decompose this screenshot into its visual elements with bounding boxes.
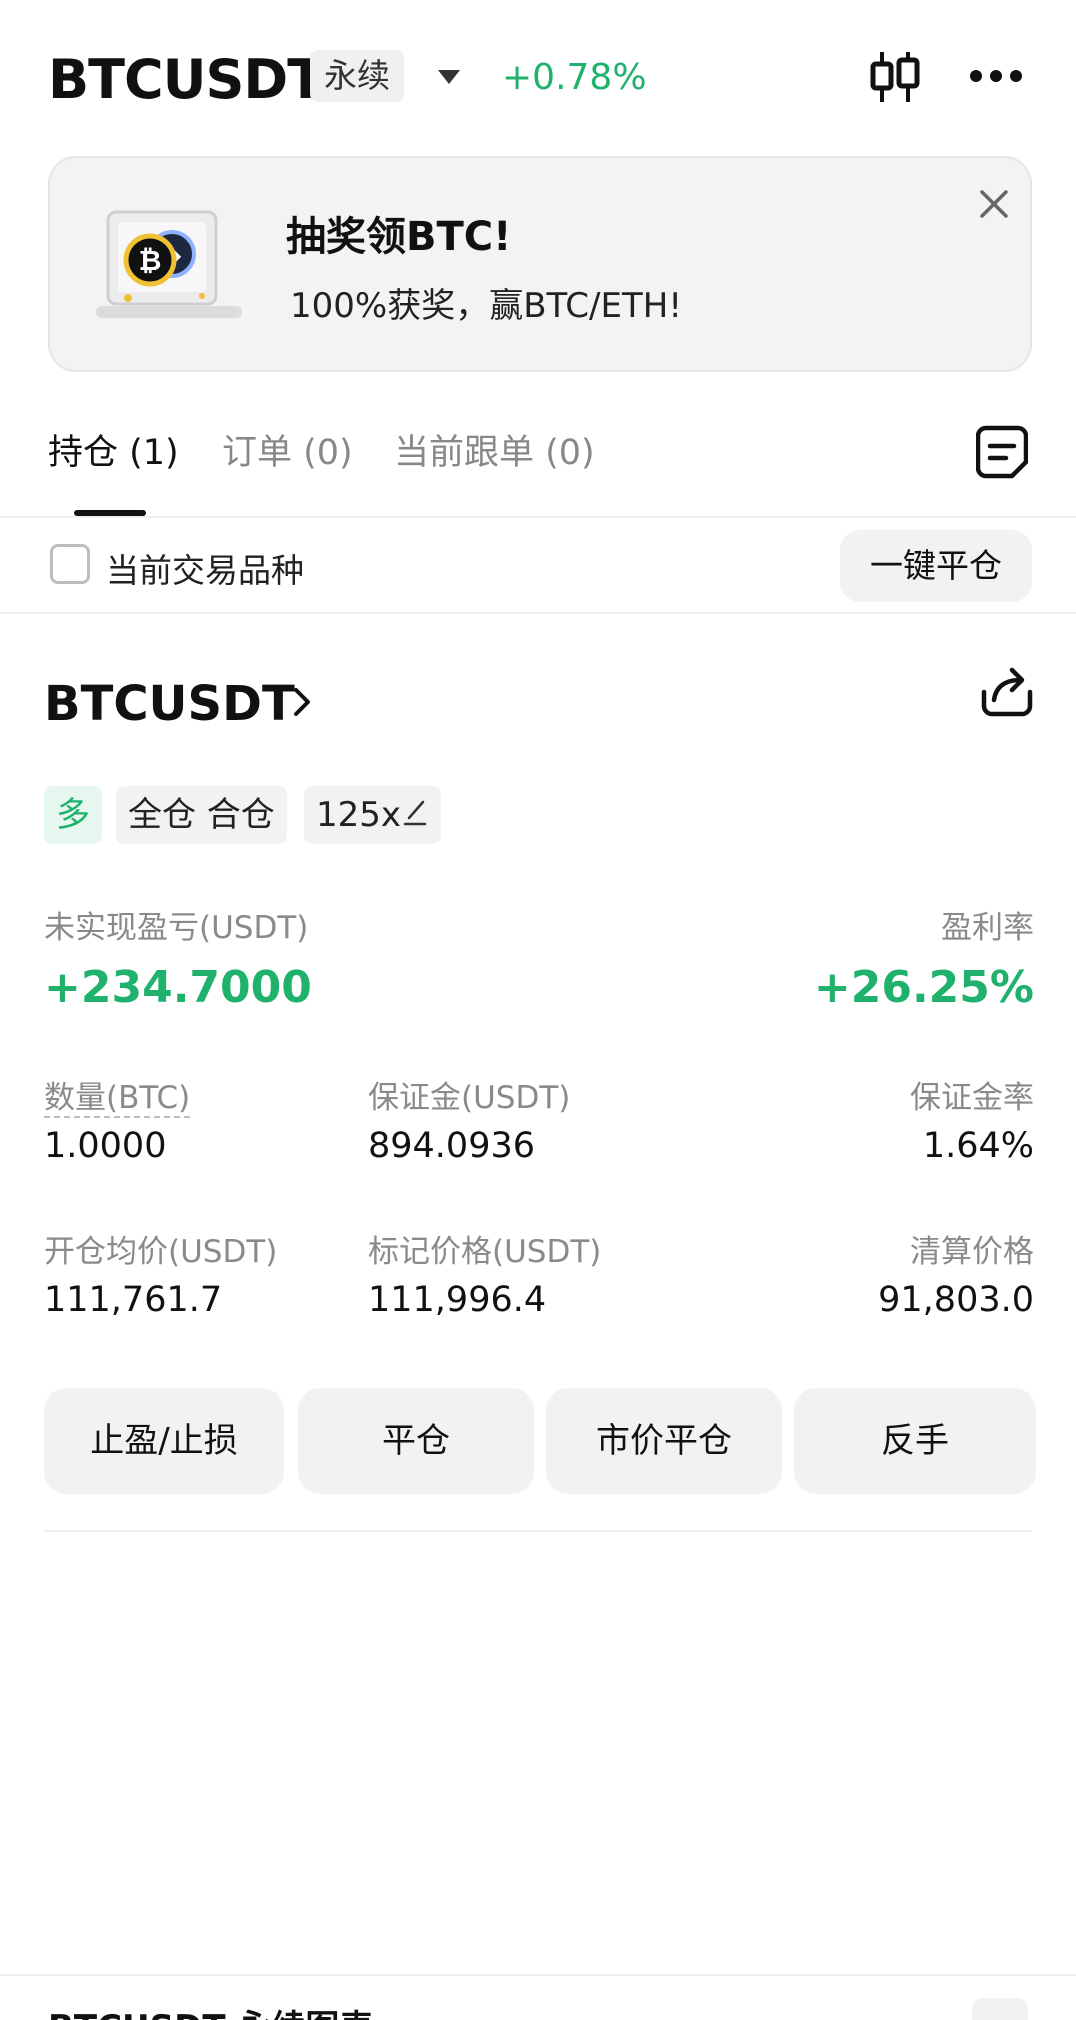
liquidation-price-value: 91,803.0 bbox=[878, 1280, 1034, 1320]
close-position-button[interactable]: 平仓 bbox=[298, 1388, 534, 1494]
leverage-value: 125x bbox=[316, 795, 402, 835]
laptop-coins-illustration: ◆ ₿ bbox=[96, 210, 242, 318]
close-all-button[interactable]: 一键平仓 bbox=[840, 530, 1032, 602]
notes-icon[interactable] bbox=[976, 424, 1028, 480]
chevron-down-icon[interactable] bbox=[436, 66, 462, 88]
entry-price-label: 开仓均价(USDT) bbox=[44, 1234, 278, 1270]
active-tab-indicator bbox=[74, 510, 146, 516]
current-symbol-label[interactable]: 当前交易品种 bbox=[106, 544, 304, 592]
liquidation-price-label: 清算价格 bbox=[910, 1234, 1034, 1270]
margin-rate-label: 保证金率 bbox=[910, 1080, 1034, 1116]
more-icon[interactable] bbox=[968, 66, 1024, 86]
quantity-value: 1.0000 bbox=[44, 1126, 167, 1166]
candlestick-icon[interactable] bbox=[868, 50, 922, 104]
symbol-title[interactable]: BTCUSDT bbox=[48, 48, 324, 111]
tab-bar: 持仓 (1) 订单 (0) 当前跟单 (0) bbox=[0, 410, 1076, 518]
banner-title: 抽奖领BTC! bbox=[286, 214, 512, 260]
leverage-tag[interactable]: 125x bbox=[304, 786, 442, 844]
promo-banner[interactable]: ◆ ₿ 抽奖领BTC! 100%获奖，赢BTC/ETH! bbox=[48, 156, 1032, 372]
banner-subtitle: 100%获奖，赢BTC/ETH! bbox=[290, 286, 682, 326]
market-close-button[interactable]: 市价平仓 bbox=[546, 1388, 782, 1494]
unrealized-pnl-label: 未实现盈亏(USDT) bbox=[44, 910, 309, 946]
current-symbol-checkbox[interactable] bbox=[50, 544, 90, 584]
side-tag: 多 bbox=[44, 786, 102, 844]
chevron-right-icon[interactable] bbox=[290, 684, 314, 720]
svg-text:₿: ₿ bbox=[139, 244, 162, 277]
filter-row: 当前交易品种 一键平仓 bbox=[0, 520, 1076, 614]
margin-label: 保证金(USDT) bbox=[368, 1080, 571, 1116]
close-icon[interactable] bbox=[976, 186, 1012, 222]
reverse-position-button[interactable]: 反手 bbox=[794, 1388, 1036, 1494]
mark-price-label: 标记价格(USDT) bbox=[368, 1234, 602, 1270]
chart-section-toggle[interactable] bbox=[972, 1998, 1028, 2020]
tab-orders[interactable]: 订单 (0) bbox=[222, 424, 353, 475]
quantity-label[interactable]: 数量(BTC) bbox=[44, 1072, 191, 1118]
top-bar: BTCUSDT 永续 +0.78% bbox=[0, 0, 1076, 150]
share-icon[interactable] bbox=[980, 666, 1034, 718]
tp-sl-button[interactable]: 止盈/止损 bbox=[44, 1388, 284, 1494]
margin-value: 894.0936 bbox=[368, 1126, 536, 1166]
entry-price-value: 111,761.7 bbox=[44, 1280, 223, 1320]
chart-section-header: BTCUSDT 永续图表 bbox=[0, 1974, 1076, 2020]
unrealized-pnl-value: +234.7000 bbox=[44, 962, 312, 1013]
chart-section-title: BTCUSDT 永续图表 bbox=[48, 2000, 373, 2020]
roe-label: 盈利率 bbox=[941, 910, 1034, 946]
margin-mode-tag: 全仓 合仓 bbox=[116, 786, 287, 844]
contract-type-badge: 永续 bbox=[310, 50, 404, 102]
mark-price-value: 111,996.4 bbox=[368, 1280, 547, 1320]
margin-rate-value: 1.64% bbox=[922, 1126, 1034, 1166]
edit-icon[interactable] bbox=[403, 798, 429, 828]
position-symbol[interactable]: BTCUSDT bbox=[44, 676, 295, 732]
tab-copy-trades[interactable]: 当前跟单 (0) bbox=[394, 424, 595, 475]
card-divider bbox=[44, 1530, 1032, 1532]
tab-positions[interactable]: 持仓 (1) bbox=[48, 424, 179, 475]
roe-value: +26.25% bbox=[813, 962, 1034, 1013]
price-change-percent: +0.78% bbox=[502, 57, 647, 98]
